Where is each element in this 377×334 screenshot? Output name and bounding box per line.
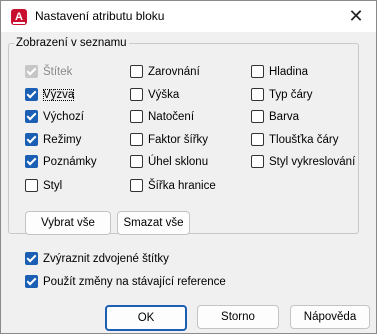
checkbox-plot-style-label[interactable]: Styl vykreslování: [269, 156, 355, 168]
block-attribute-settings-dialog: A Nastavení atributu bloku ✕ Zobrazení v…: [0, 0, 377, 334]
checkbox-boundary-width-label[interactable]: Šířka hranice: [148, 180, 216, 192]
checkbox-height-label[interactable]: Výška: [148, 89, 179, 101]
checkbox-layer[interactable]: Hladina: [251, 65, 308, 78]
checkbox-rotation-label[interactable]: Natočení: [148, 111, 194, 123]
checkbox-color-box[interactable]: [251, 110, 264, 123]
checkbox-linetype-box[interactable]: [251, 88, 264, 101]
checkbox-default-label[interactable]: Výchozí: [43, 111, 84, 123]
ok-button[interactable]: OK: [105, 305, 187, 331]
help-button[interactable]: Nápověda: [290, 305, 370, 329]
checkbox-justification-box[interactable]: [130, 65, 143, 78]
checkbox-justification[interactable]: Zarovnání: [130, 65, 200, 78]
checkbox-width-factor-label[interactable]: Faktor šířky: [148, 134, 208, 146]
checkbox-plot-style-box[interactable]: [251, 155, 264, 168]
checkbox-highlight-duplicates[interactable]: Zvýraznit zdvojené štítky: [25, 252, 169, 265]
checkbox-style[interactable]: Styl: [25, 179, 62, 192]
checkbox-highlight-duplicates-label[interactable]: Zvýraznit zdvojené štítky: [43, 253, 169, 265]
checkbox-prompt-box[interactable]: [25, 88, 38, 101]
checkbox-apply-changes[interactable]: Použít změny na stávající reference: [25, 275, 226, 288]
checkbox-width-factor-box[interactable]: [130, 133, 143, 146]
checkbox-rotation[interactable]: Natočení: [130, 110, 194, 123]
checkbox-lineweight-label[interactable]: Tloušťka čáry: [269, 134, 339, 146]
checkbox-tag-label: Štítek: [43, 65, 73, 78]
checkbox-color[interactable]: Barva: [251, 110, 299, 123]
checkbox-justification-label[interactable]: Zarovnání: [148, 66, 200, 78]
checkbox-oblique-angle-label[interactable]: Úhel sklonu: [148, 156, 208, 168]
checkbox-layer-label[interactable]: Hladina: [269, 66, 308, 78]
checkbox-height[interactable]: Výška: [130, 88, 179, 101]
close-button[interactable]: ✕: [336, 1, 376, 32]
checkbox-modes-label[interactable]: Režimy: [43, 134, 81, 146]
checkbox-height-box[interactable]: [130, 88, 143, 101]
select-all-button[interactable]: Vybrat vše: [25, 211, 111, 235]
checkbox-lineweight[interactable]: Tloušťka čáry: [251, 133, 339, 146]
checkbox-tag-box: [25, 65, 38, 78]
checkbox-tag: Štítek: [25, 65, 72, 78]
close-icon[interactable]: ✕: [348, 6, 363, 27]
checkbox-style-label[interactable]: Styl: [43, 180, 62, 192]
checkbox-boundary-width-box[interactable]: [130, 179, 143, 192]
checkbox-apply-changes-box[interactable]: [25, 275, 38, 288]
cancel-button[interactable]: Storno: [197, 305, 279, 329]
checkbox-width-factor[interactable]: Faktor šířky: [130, 133, 208, 146]
checkbox-default-box[interactable]: [25, 110, 38, 123]
checkbox-highlight-duplicates-box[interactable]: [25, 252, 38, 265]
checkbox-linetype-label[interactable]: Typ čáry: [269, 89, 312, 101]
dialog-title: Nastavení atributu bloku: [35, 9, 165, 23]
checkbox-oblique-angle[interactable]: Úhel sklonu: [130, 155, 208, 168]
checkbox-modes[interactable]: Režimy: [25, 133, 81, 146]
checkbox-linetype[interactable]: Typ čáry: [251, 88, 312, 101]
checkbox-apply-changes-label[interactable]: Použít změny na stávající reference: [43, 276, 226, 288]
checkbox-notes[interactable]: Poznámky: [25, 155, 97, 168]
checkbox-style-box[interactable]: [25, 179, 38, 192]
checkbox-plot-style[interactable]: Styl vykreslování: [251, 155, 355, 168]
checkbox-layer-box[interactable]: [251, 65, 264, 78]
checkbox-rotation-box[interactable]: [130, 110, 143, 123]
checkbox-prompt[interactable]: Výzva: [25, 88, 75, 101]
group-legend: Zobrazení v seznamu: [14, 37, 129, 49]
checkbox-boundary-width[interactable]: Šířka hranice: [130, 179, 216, 192]
checkbox-oblique-angle-box[interactable]: [130, 155, 143, 168]
checkbox-notes-box[interactable]: [25, 155, 38, 168]
title-bar: A Nastavení atributu bloku ✕: [1, 1, 376, 32]
checkbox-lineweight-box[interactable]: [251, 133, 264, 146]
checkbox-default[interactable]: Výchozí: [25, 110, 84, 123]
autocad-app-icon: A: [11, 9, 27, 25]
clear-all-button[interactable]: Smazat vše: [117, 211, 190, 235]
checkbox-modes-box[interactable]: [25, 133, 38, 146]
checkbox-color-label[interactable]: Barva: [269, 111, 299, 123]
checkbox-prompt-label[interactable]: Výzva: [43, 88, 75, 101]
checkbox-notes-label[interactable]: Poznámky: [43, 156, 97, 168]
